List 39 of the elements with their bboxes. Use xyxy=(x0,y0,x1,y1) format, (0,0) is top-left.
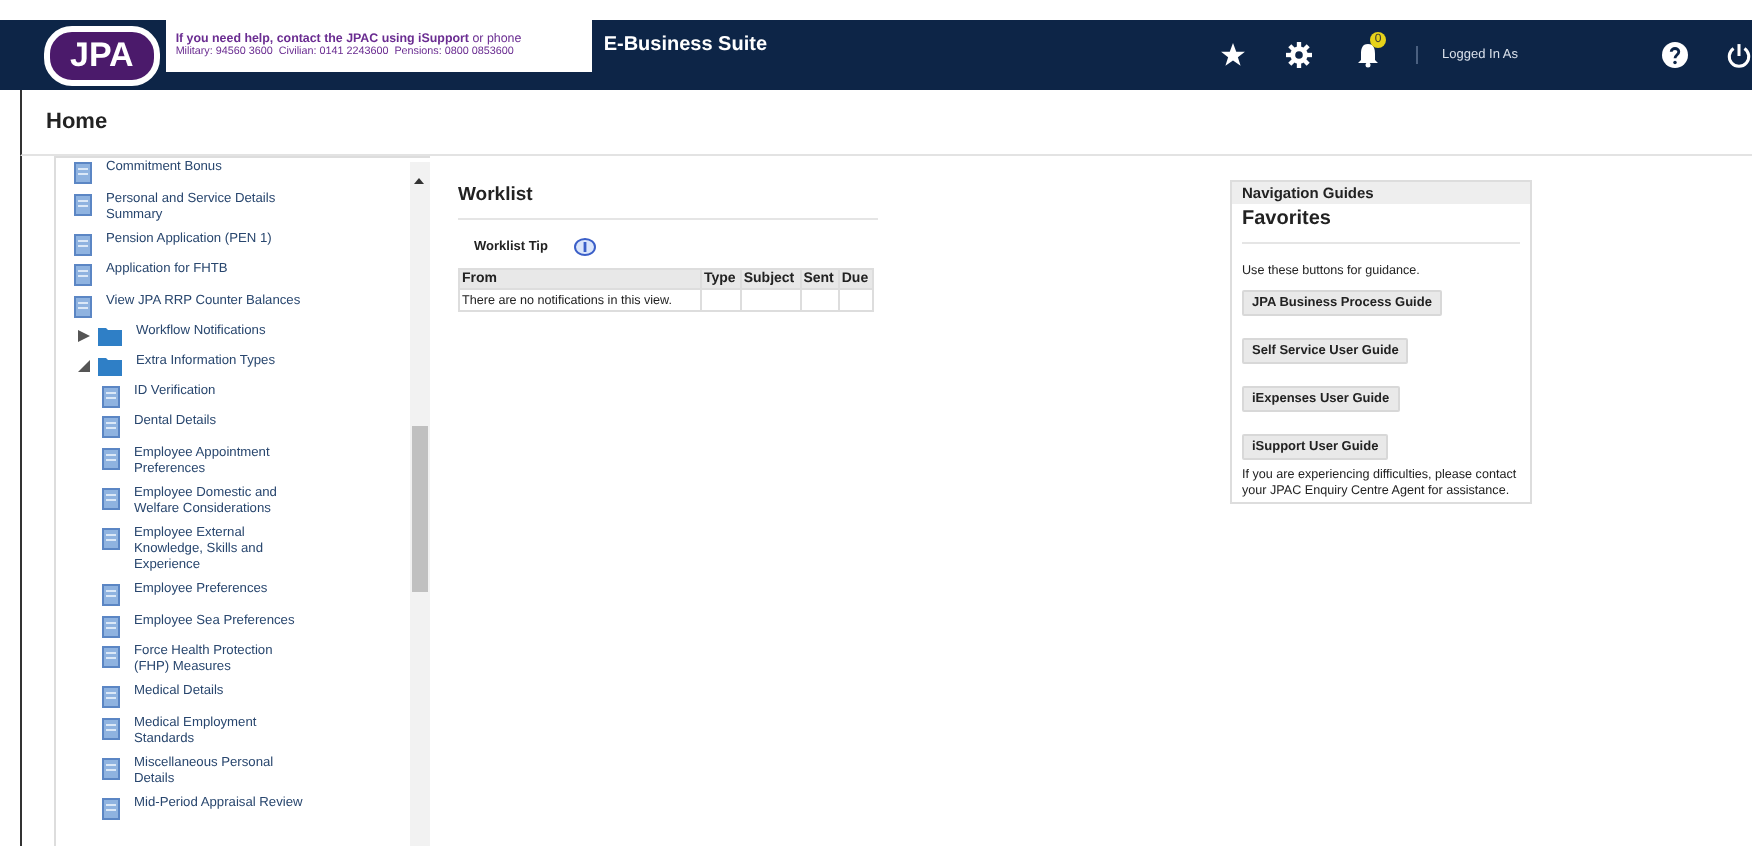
page-title: Home xyxy=(46,110,108,134)
info-icon[interactable] xyxy=(573,238,596,256)
document-icon xyxy=(102,487,120,510)
document-icon xyxy=(102,385,120,408)
scroll-thumb[interactable] xyxy=(412,426,428,592)
document-icon xyxy=(102,527,120,550)
table-cell xyxy=(800,289,839,311)
table-cell xyxy=(838,289,873,311)
settings-icon[interactable] xyxy=(1286,42,1313,68)
document-icon xyxy=(102,583,120,606)
app-title: E-Business Suite xyxy=(603,34,768,56)
document-icon xyxy=(102,717,120,740)
power-icon[interactable] xyxy=(1726,41,1752,69)
panel-subtitle: Favorites xyxy=(1242,208,1520,244)
folder-icon xyxy=(98,326,122,347)
document-icon xyxy=(74,264,92,287)
document-icon xyxy=(102,757,120,780)
section-title: Worklist xyxy=(458,184,878,220)
document-icon xyxy=(74,193,92,216)
document-icon xyxy=(102,686,120,709)
document-icon xyxy=(102,646,120,669)
help-icon[interactable] xyxy=(1662,42,1688,68)
notification-bell-icon[interactable] xyxy=(1356,42,1381,68)
table-cell xyxy=(701,289,741,311)
expand-triangle-icon[interactable] xyxy=(78,330,90,343)
document-icon xyxy=(74,233,92,256)
logo: JPA xyxy=(44,25,160,85)
document-icon xyxy=(102,797,120,820)
collapse-triangle-icon[interactable] xyxy=(78,359,90,372)
scrollbar[interactable] xyxy=(410,162,430,846)
document-icon xyxy=(102,615,120,638)
folder-icon xyxy=(98,355,122,376)
document-icon xyxy=(102,416,120,439)
document-icon xyxy=(102,447,120,470)
table-cell xyxy=(740,289,801,311)
document-icon xyxy=(74,162,92,184)
star-icon[interactable] xyxy=(1220,42,1247,68)
document-icon xyxy=(74,295,92,318)
scroll-up-icon[interactable] xyxy=(414,178,424,184)
